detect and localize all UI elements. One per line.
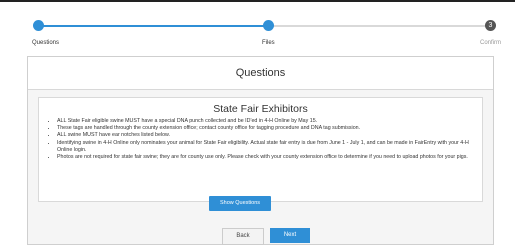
progress-stepper: Questions Files 3 Confirm: [0, 6, 515, 46]
back-button[interactable]: Back: [222, 228, 264, 245]
notice-item: ALL State Fair eligible swine MUST have …: [57, 118, 482, 125]
stepper-line-upcoming: [268, 25, 490, 27]
notice-list: ALL State Fair eligible swine MUST have …: [39, 118, 482, 161]
step-confirm-dot: 3: [485, 20, 496, 31]
notice-item: These tags are handled through the count…: [57, 125, 482, 132]
stepper-line-complete: [38, 25, 268, 27]
step-confirm-label: Confirm: [480, 40, 502, 46]
state-fair-notice: State Fair Exhibitors ALL State Fair eli…: [38, 97, 483, 202]
next-button[interactable]: Next: [270, 228, 310, 243]
step-files-label[interactable]: Files: [262, 40, 275, 46]
top-border: [0, 0, 515, 2]
notice-title: State Fair Exhibitors: [213, 103, 308, 115]
panel-title: Questions: [28, 57, 493, 90]
step-files-dot[interactable]: [263, 20, 274, 31]
notice-item: Photos are not required for state fair s…: [57, 154, 482, 161]
notice-item: Identifying swine in 4-H Online only nom…: [57, 140, 482, 154]
step-questions-dot[interactable]: [33, 20, 44, 31]
notice-item: ALL swine MUST have ear notches listed b…: [57, 132, 482, 139]
questions-panel: Questions State Fair Exhibitors ALL Stat…: [27, 56, 494, 245]
show-questions-button[interactable]: Show Questions: [209, 196, 271, 211]
step-questions-label[interactable]: Questions: [32, 40, 59, 46]
